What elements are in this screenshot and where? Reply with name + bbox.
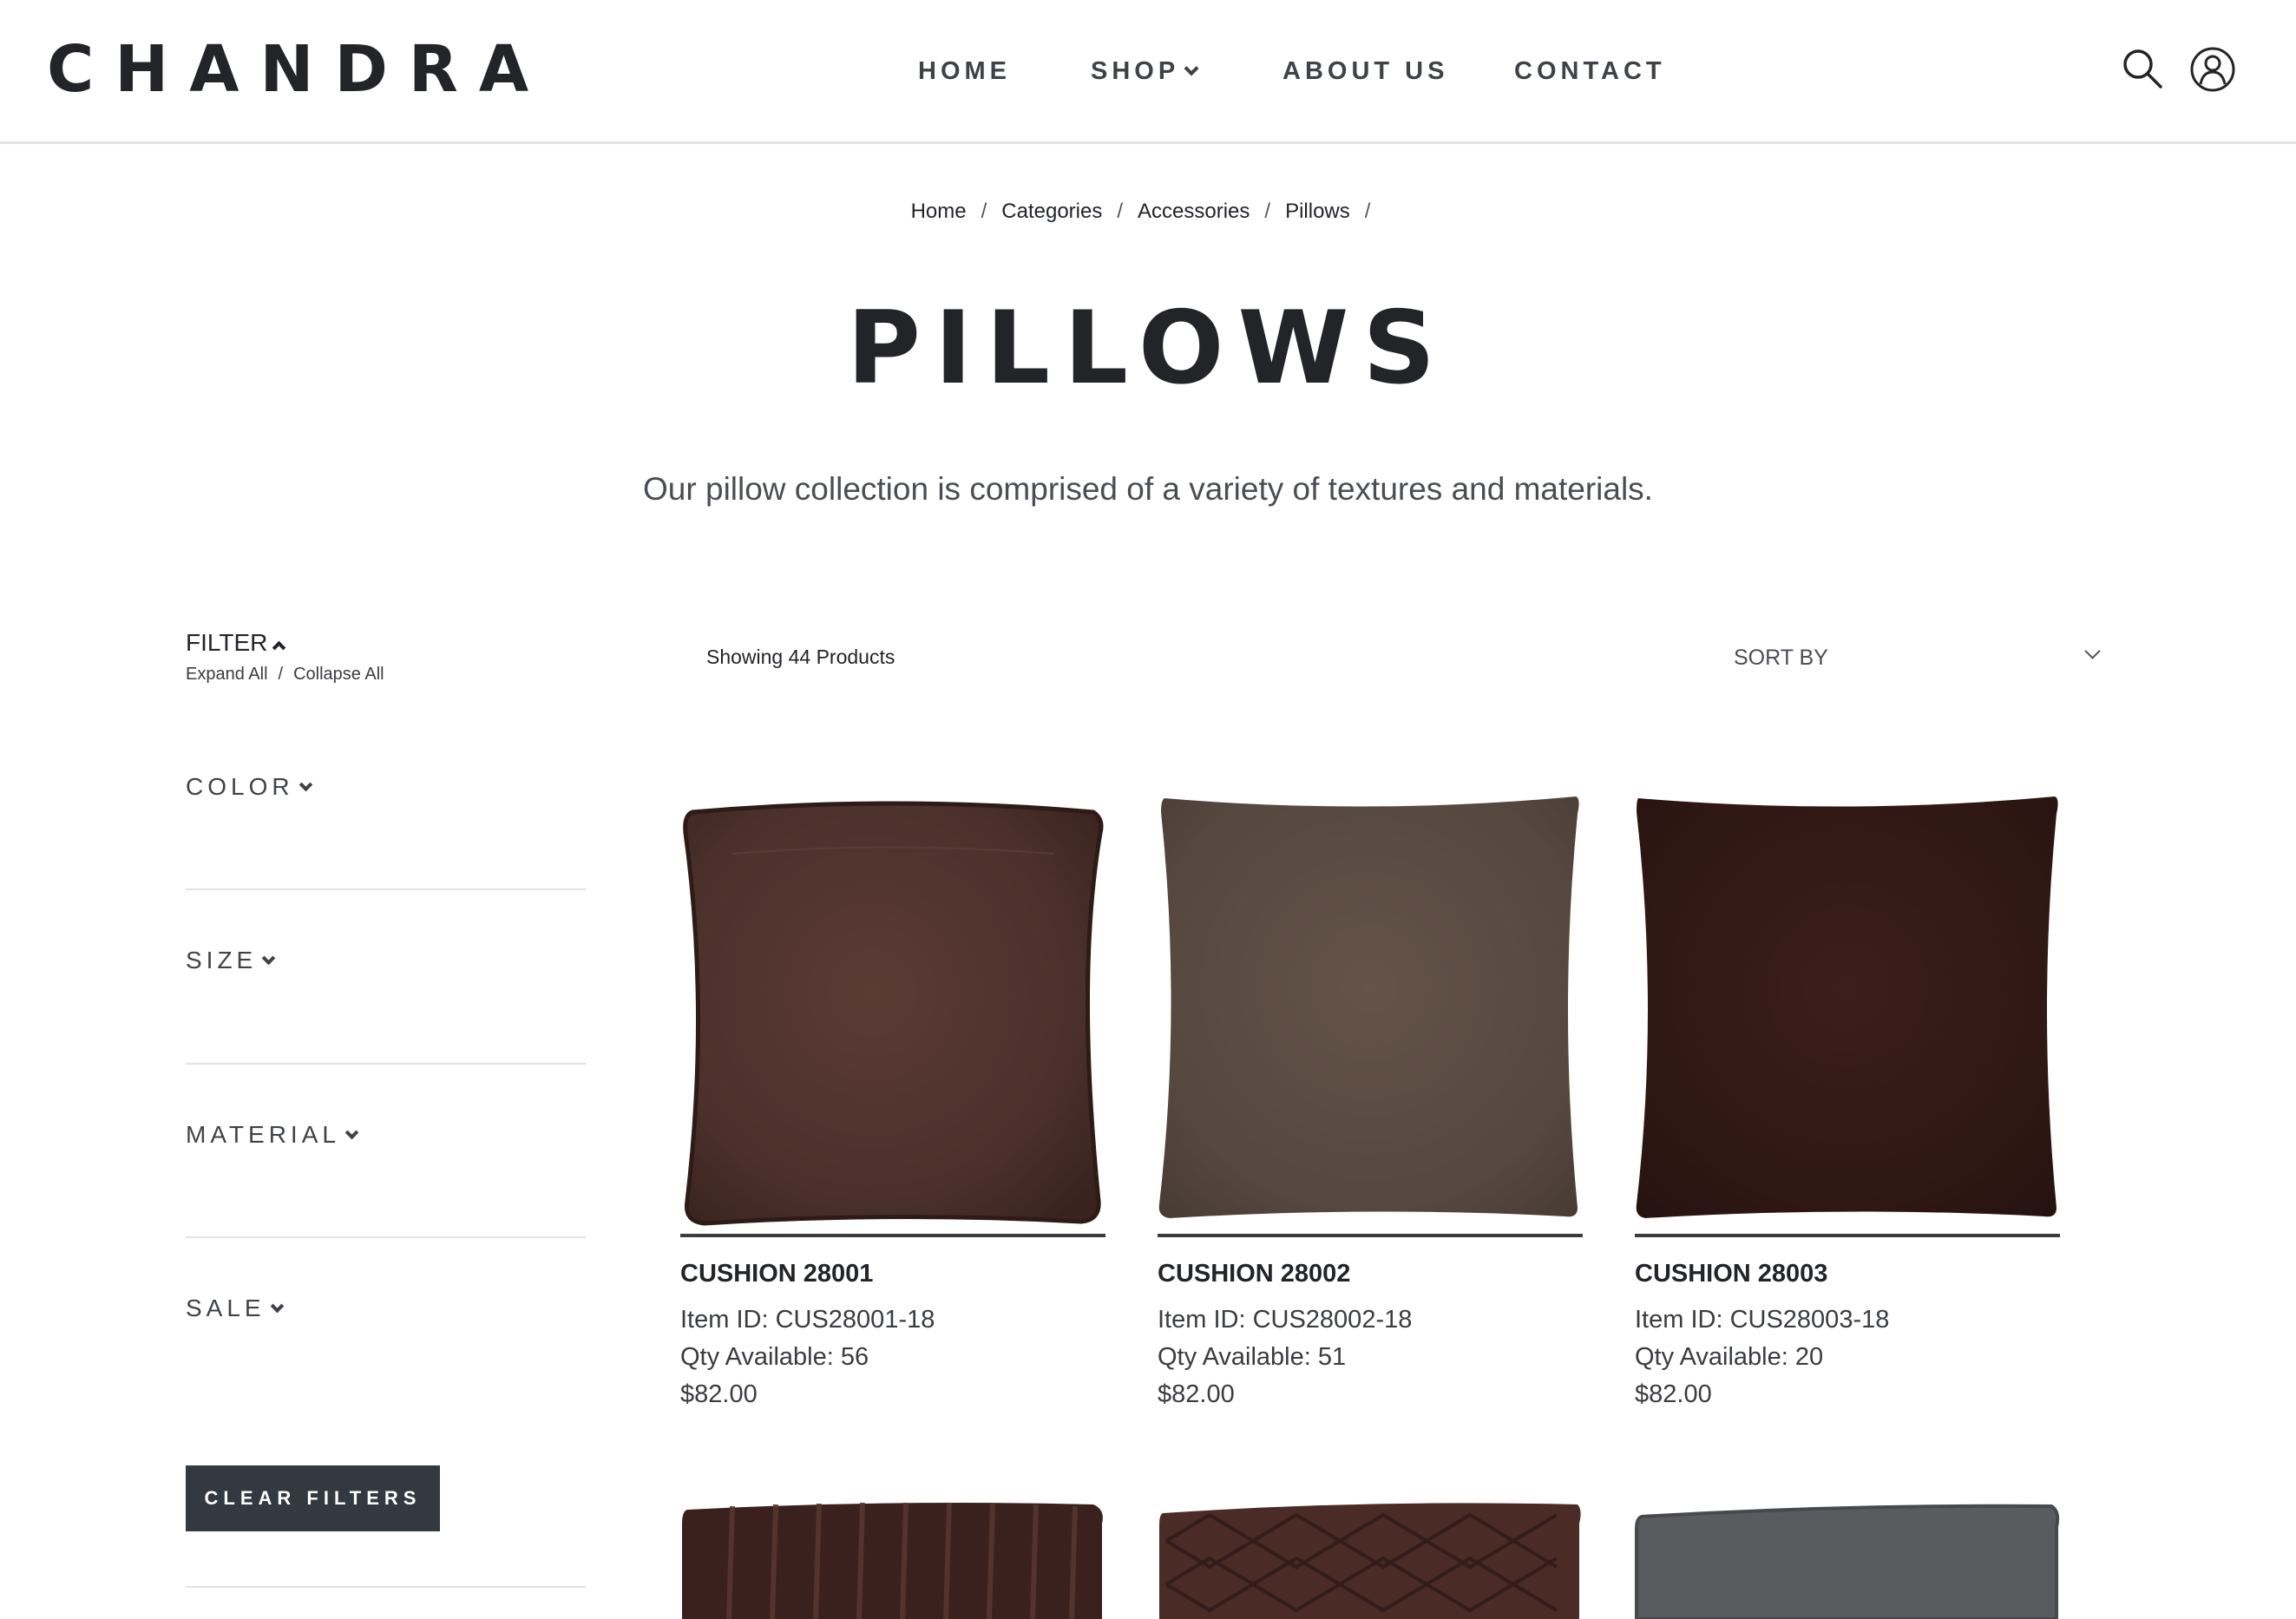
breadcrumb-categories[interactable]: Categories bbox=[1001, 200, 1102, 223]
product-card[interactable]: CUSHION 28002 Item ID: CUS28002-18 Qty A… bbox=[1158, 793, 1583, 1418]
breadcrumb-accessories[interactable]: Accessories bbox=[1138, 200, 1250, 223]
chevron-down-icon bbox=[1184, 61, 1199, 76]
account-button[interactable] bbox=[2188, 45, 2237, 94]
product-price: $82.00 bbox=[1158, 1380, 1235, 1408]
product-item-id: Item ID: CUS28003-18 bbox=[1635, 1306, 1890, 1334]
breadcrumb: Home / Categories / Accessories / Pillows / bbox=[0, 198, 2296, 226]
search-button[interactable] bbox=[2119, 45, 2168, 94]
product-name[interactable]: CUSHION 28001 bbox=[680, 1258, 873, 1289]
facet-sale: SALE bbox=[186, 1294, 586, 1323]
breadcrumb-separator: / bbox=[1117, 200, 1124, 223]
product-image[interactable] bbox=[1635, 793, 2060, 1236]
breadcrumb-pillows[interactable]: Pillows bbox=[1285, 200, 1350, 223]
breadcrumb-separator: / bbox=[981, 200, 987, 223]
chevron-down-icon bbox=[344, 1125, 359, 1140]
facet-material-toggle[interactable]: MATERIAL bbox=[186, 1120, 586, 1150]
expand-all-link[interactable]: Expand All bbox=[186, 665, 268, 684]
product-price: $82.00 bbox=[1635, 1380, 1712, 1408]
product-image-partial[interactable] bbox=[1158, 1498, 1583, 1619]
nav-contact[interactable]: CONTACT bbox=[1514, 54, 1666, 88]
facet-sale-label: SALE bbox=[186, 1295, 266, 1321]
facet-size-toggle[interactable]: SIZE bbox=[186, 946, 586, 975]
product-price: $82.00 bbox=[680, 1380, 758, 1408]
product-image[interactable] bbox=[1158, 793, 1583, 1236]
facet-size: SIZE bbox=[186, 946, 586, 975]
facet-divider bbox=[186, 1586, 586, 1588]
breadcrumb-separator: / bbox=[1364, 200, 1371, 223]
product-count: Showing 44 Products bbox=[706, 646, 895, 668]
chevron-down-icon bbox=[261, 951, 276, 966]
facet-color-label: COLOR bbox=[186, 773, 294, 800]
site-header: CHANDRA HOME SHOP ABOUT US CONTACT bbox=[0, 0, 2296, 144]
facet-material: MATERIAL bbox=[186, 1120, 586, 1150]
user-account-icon bbox=[2190, 47, 2235, 92]
product-qty: Qty Available: 51 bbox=[1158, 1343, 1347, 1371]
collapse-all-link[interactable]: Collapse All bbox=[293, 665, 384, 684]
page-title: PILLOWS bbox=[847, 290, 1449, 407]
expand-collapse-links: Expand All / Collapse All bbox=[186, 663, 384, 685]
product-name[interactable]: CUSHION 28003 bbox=[1635, 1258, 1827, 1289]
nav-shop-label: SHOP bbox=[1091, 57, 1180, 85]
product-image[interactable] bbox=[680, 793, 1105, 1236]
facet-color: COLOR bbox=[186, 772, 586, 802]
product-name[interactable]: CUSHION 28002 bbox=[1158, 1258, 1350, 1289]
facet-divider bbox=[186, 1236, 586, 1238]
card-divider bbox=[1635, 1234, 2060, 1237]
facet-divider bbox=[186, 1063, 586, 1065]
product-image-partial[interactable] bbox=[680, 1498, 1105, 1619]
facet-color-toggle[interactable]: COLOR bbox=[186, 772, 586, 802]
facet-sale-toggle[interactable]: SALE bbox=[186, 1294, 586, 1323]
sort-by-label: SORT BY bbox=[1734, 646, 1828, 670]
breadcrumb-home[interactable]: Home bbox=[911, 200, 967, 223]
breadcrumb-separator: / bbox=[1264, 200, 1271, 223]
filter-label: FILTER bbox=[186, 629, 268, 656]
nav-about-us[interactable]: ABOUT US bbox=[1282, 54, 1448, 88]
chevron-down-icon bbox=[2084, 643, 2101, 659]
link-separator: / bbox=[278, 665, 284, 684]
nav-home[interactable]: HOME bbox=[918, 54, 1011, 88]
sort-by-dropdown[interactable]: SORT BY bbox=[1734, 640, 2105, 675]
facet-size-label: SIZE bbox=[186, 947, 258, 973]
product-item-id: Item ID: CUS28002-18 bbox=[1158, 1306, 1413, 1334]
product-image-partial[interactable] bbox=[1635, 1498, 2060, 1619]
product-card[interactable]: CUSHION 28003 Item ID: CUS28003-18 Qty A… bbox=[1635, 793, 2060, 1418]
chevron-down-icon bbox=[270, 1299, 284, 1314]
chevron-down-icon bbox=[298, 777, 312, 792]
facet-material-label: MATERIAL bbox=[186, 1121, 340, 1148]
page-description: Our pillow collection is comprised of a … bbox=[643, 471, 1653, 507]
main-nav: HOME SHOP ABOUT US CONTACT bbox=[0, 54, 2296, 88]
filter-toggle[interactable]: FILTER bbox=[186, 628, 286, 658]
product-item-id: Item ID: CUS28001-18 bbox=[680, 1306, 935, 1334]
product-qty: Qty Available: 56 bbox=[680, 1343, 869, 1371]
nav-shop[interactable]: SHOP bbox=[1091, 54, 1199, 88]
product-card[interactable]: CUSHION 28001 Item ID: CUS28001-18 Qty A… bbox=[680, 793, 1105, 1418]
search-icon bbox=[2123, 49, 2162, 88]
card-divider bbox=[1158, 1234, 1583, 1237]
chevron-up-icon bbox=[272, 640, 286, 655]
card-divider bbox=[680, 1234, 1105, 1237]
facet-divider bbox=[186, 888, 586, 890]
clear-filters-button[interactable]: CLEAR FILTERS bbox=[186, 1465, 440, 1531]
product-qty: Qty Available: 20 bbox=[1635, 1343, 1824, 1371]
